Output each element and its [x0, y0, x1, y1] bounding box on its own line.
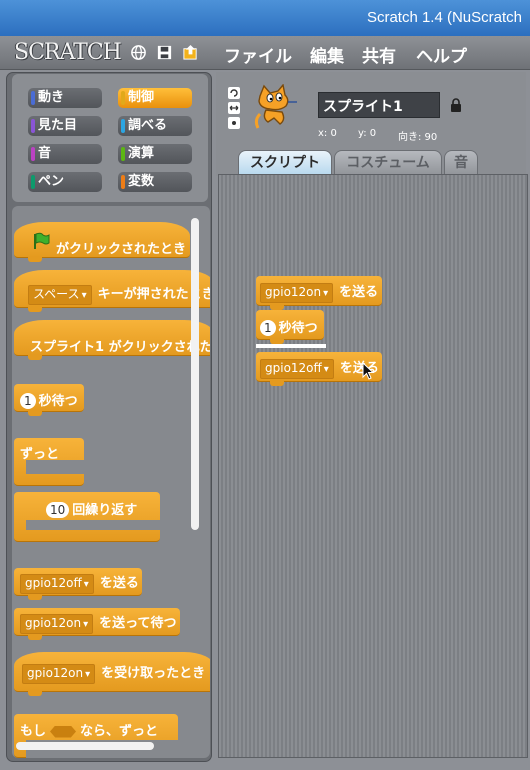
block-palette: がクリックされたとき スペースキーが押されたとき スプライト1 がクリックされた… — [12, 206, 210, 758]
sprite-thumbnail-cat — [254, 84, 297, 129]
broadcast-label: を送る — [99, 576, 139, 591]
forever-if-pre-label: もし — [20, 724, 47, 739]
script-broadcast-label-1: を送る — [339, 285, 379, 300]
lock-icon[interactable] — [450, 98, 462, 112]
receive-dropdown[interactable]: gpio12on — [22, 664, 96, 684]
scratch-logo: SCRATCH — [14, 40, 122, 65]
category-sensing[interactable]: 調べる — [118, 116, 192, 136]
menu-file[interactable]: ファイル — [224, 42, 292, 67]
share-icon[interactable] — [182, 44, 199, 61]
repeat-block[interactable]: 10 回繰り返す — [14, 492, 160, 542]
category-motion[interactable]: 動き — [28, 88, 102, 108]
window-title: Scratch 1.4 (NuScratch — [366, 9, 522, 26]
wait-label: 秒待つ — [38, 394, 78, 409]
tab-costumes[interactable]: コスチューム — [334, 150, 442, 174]
tab-sounds[interactable]: 音 — [444, 150, 478, 174]
script-area[interactable] — [218, 174, 528, 758]
forever-if-block[interactable]: もし なら、ずっと — [14, 714, 178, 758]
when-sprite-label: スプライト1 がクリックされたとき — [30, 340, 210, 355]
forever-if-post-label: なら、ずっと — [80, 724, 159, 739]
repeat-label: 回繰り返す — [72, 503, 138, 518]
palette-horizontal-scrollbar[interactable] — [16, 742, 154, 750]
wait-input[interactable]: 1 — [20, 393, 36, 409]
script-wait-input[interactable]: 1 — [260, 320, 276, 336]
category-pen[interactable]: ペン — [28, 172, 102, 192]
palette-vertical-scrollbar[interactable] — [191, 218, 199, 530]
when-sprite-clicked-block[interactable]: スプライト1 がクリックされたとき — [14, 320, 210, 360]
wait-seconds-block[interactable]: 1 秒待つ — [14, 384, 84, 416]
rotation-style-icons[interactable] — [227, 86, 241, 130]
category-looks[interactable]: 見た目 — [28, 116, 102, 136]
sprite-x-readout: x: 0 — [318, 128, 337, 139]
category-selector: 動き 制御 見た目 調べる 音 演算 ペン 変数 — [12, 74, 208, 202]
script-wait-label: 秒待つ — [278, 321, 318, 336]
menubar: SCRATCH ファイル 編集 共有 ヘルプ — [0, 36, 530, 70]
script-broadcast-dropdown-2[interactable]: gpio12off — [260, 359, 334, 379]
broadcast-wait-label: を送って待つ — [99, 616, 177, 631]
save-icon[interactable] — [156, 44, 173, 61]
broadcast-dropdown[interactable]: gpio12off — [20, 574, 94, 594]
sprite-direction-readout: 向き: 90 — [398, 132, 438, 143]
drop-indicator — [256, 344, 326, 348]
key-dropdown[interactable]: スペース — [28, 285, 92, 305]
tab-scripts[interactable]: スクリプト — [238, 150, 332, 174]
category-control[interactable]: 制御 — [118, 88, 192, 108]
category-operators[interactable]: 演算 — [118, 144, 192, 164]
globe-icon[interactable] — [130, 44, 147, 61]
category-variables[interactable]: 変数 — [118, 172, 192, 192]
script-wait-block[interactable]: 1 秒待つ — [256, 310, 324, 344]
script-broadcast-gpio12on-block[interactable]: gpio12on を送る — [256, 276, 382, 310]
broadcast-block[interactable]: gpio12off を送る — [14, 568, 142, 600]
menu-help[interactable]: ヘルプ — [416, 42, 467, 67]
broadcast-and-wait-block[interactable]: gpio12on を送って待つ — [14, 608, 180, 640]
broadcast-wait-dropdown[interactable]: gpio12on — [20, 614, 94, 634]
condition-slot[interactable] — [50, 725, 77, 738]
when-key-pressed-block[interactable]: スペースキーが押されたとき — [14, 270, 210, 312]
script-broadcast-dropdown-1[interactable]: gpio12on — [260, 283, 334, 303]
sprite-y-readout: y: 0 — [358, 128, 377, 139]
category-sound[interactable]: 音 — [28, 144, 102, 164]
window-titlebar: Scratch 1.4 (NuScratch — [0, 0, 530, 36]
mouse-cursor-icon — [362, 362, 374, 380]
when-flag-clicked-block[interactable]: がクリックされたとき — [14, 222, 190, 262]
sprite-name-field[interactable]: スプライト1 — [318, 92, 440, 118]
menu-edit[interactable]: 編集 — [310, 42, 344, 67]
when-i-receive-block[interactable]: gpio12on を受け取ったとき — [14, 652, 210, 696]
forever-block[interactable]: ずっと — [14, 438, 84, 486]
green-flag-icon — [34, 232, 50, 249]
repeat-input[interactable]: 10 — [46, 502, 70, 518]
receive-label: を受け取ったとき — [101, 666, 206, 681]
when-flag-label: がクリックされたとき — [56, 242, 187, 257]
menu-share[interactable]: 共有 — [362, 42, 396, 67]
